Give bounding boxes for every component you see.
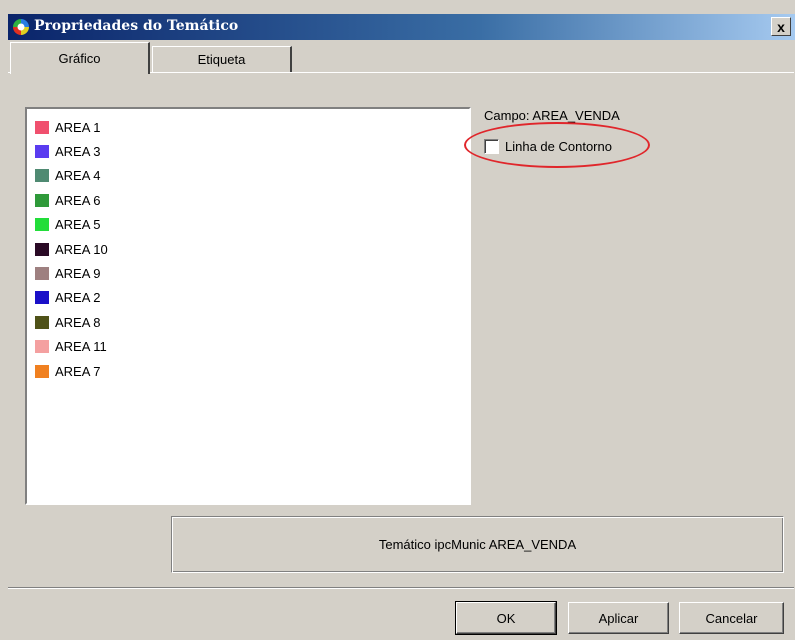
legend-item[interactable]: AREA 9 <box>35 261 469 285</box>
tab-etiqueta[interactable]: Etiqueta <box>152 46 292 72</box>
apply-button[interactable]: Aplicar <box>568 602 669 634</box>
cancel-button[interactable]: Cancelar <box>679 602 784 634</box>
legend-item-label: AREA 10 <box>55 241 108 257</box>
color-swatch <box>35 267 49 281</box>
legend-item[interactable]: AREA 11 <box>35 335 469 359</box>
info-panel: Temático ipcMunic AREA_VENDA <box>171 516 784 573</box>
properties-dialog: Propriedades do Temático x Gráfico Etiqu… <box>0 0 795 640</box>
legend-item[interactable]: AREA 5 <box>35 213 469 237</box>
ok-button[interactable]: OK <box>455 601 557 635</box>
legend-item[interactable]: AREA 8 <box>35 310 469 334</box>
legend-item-label: AREA 9 <box>55 266 101 282</box>
color-swatch <box>35 218 49 232</box>
color-swatch <box>35 145 49 159</box>
legend-item[interactable]: AREA 6 <box>35 188 469 212</box>
legend-list-box[interactable]: AREA 1 AREA 3 AREA 4 AREA 6 AREA 5 AREA 10 ARE… <box>25 107 471 505</box>
color-swatch <box>35 120 49 134</box>
color-swatch <box>35 169 49 183</box>
legend-item-label: AREA 3 <box>55 144 101 160</box>
legend-item[interactable]: AREA 2 <box>35 286 469 310</box>
legend-item-label: AREA 2 <box>55 290 101 306</box>
color-swatch <box>35 315 49 329</box>
contour-checkbox-label: Linha de Contorno <box>505 138 612 154</box>
legend-item[interactable]: AREA 7 <box>35 359 469 383</box>
legend-item[interactable]: AREA 3 <box>35 139 469 163</box>
color-swatch <box>35 291 49 305</box>
contour-checkbox-row[interactable]: Linha de Contorno <box>484 136 612 156</box>
title-bar: Propriedades do Temático x <box>8 14 795 40</box>
legend-list: AREA 1 AREA 3 AREA 4 AREA 6 AREA 5 AREA 10 ARE… <box>27 109 469 383</box>
legend-item-label: AREA 4 <box>55 168 101 184</box>
color-swatch <box>35 364 49 378</box>
legend-item[interactable]: AREA 10 <box>35 237 469 261</box>
app-icon <box>12 18 30 36</box>
color-swatch <box>35 242 49 256</box>
legend-item-label: AREA 5 <box>55 217 101 233</box>
field-label: Campo: AREA_VENDA <box>484 108 620 123</box>
legend-item-label: AREA 7 <box>55 363 101 379</box>
separator <box>8 587 794 589</box>
tab-strip: Gráfico Etiqueta <box>8 42 795 74</box>
legend-item[interactable]: AREA 4 <box>35 164 469 188</box>
color-swatch <box>35 340 49 354</box>
close-icon: x <box>777 18 785 35</box>
contour-checkbox[interactable] <box>484 138 499 154</box>
window-title: Propriedades do Temático <box>34 18 239 34</box>
color-swatch <box>35 193 49 207</box>
legend-item-label: AREA 6 <box>55 192 101 208</box>
legend-item-label: AREA 1 <box>55 119 101 135</box>
legend-item-label: AREA 8 <box>55 314 101 330</box>
tab-grafico[interactable]: Gráfico <box>10 42 150 74</box>
close-button[interactable]: x <box>771 17 791 36</box>
info-text: Temático ipcMunic AREA_VENDA <box>378 537 577 552</box>
legend-item-label: AREA 11 <box>55 339 107 355</box>
legend-item[interactable]: AREA 1 <box>35 115 469 139</box>
